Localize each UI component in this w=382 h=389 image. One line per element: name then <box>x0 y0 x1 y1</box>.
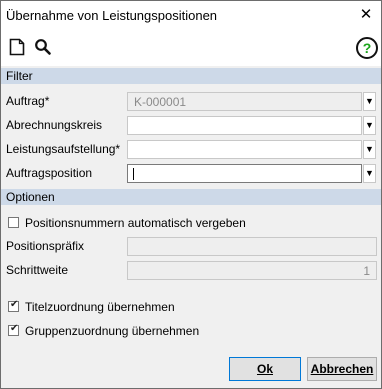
new-document-icon[interactable] <box>9 38 29 58</box>
schrittweite-label: Schrittweite <box>6 263 69 277</box>
abrechnungskreis-dropdown-button[interactable]: ▼ <box>363 116 376 135</box>
text-cursor <box>133 168 134 180</box>
auftragsposition-label: Auftragsposition <box>6 166 93 180</box>
schrittweite-value: 1 <box>363 264 370 278</box>
schrittweite-field: 1 <box>127 261 377 280</box>
gruppe-checkbox[interactable]: ✔ <box>8 323 19 336</box>
auftrag-label: Auftrag* <box>6 94 50 108</box>
praefix-field <box>127 237 377 256</box>
auftragsposition-dropdown-button[interactable]: ▼ <box>363 164 376 183</box>
chevron-down-icon: ▼ <box>365 168 374 178</box>
praefix-label: Positionspräfix <box>6 239 85 253</box>
section-filter-label: Filter <box>6 69 33 83</box>
title-bar: Übernahme von Leistungspositionen ✕ <box>1 1 381 29</box>
leistungsaufstellung-label: Leistungsaufstellung* <box>6 142 121 156</box>
button-bar: Ok Abbrechen <box>1 353 381 388</box>
checkmark-icon: ✔ <box>10 299 19 310</box>
close-icon[interactable]: ✕ <box>355 5 377 25</box>
abrechnungskreis-label: Abrechnungskreis <box>6 118 103 132</box>
toolbar: ? <box>1 29 381 66</box>
search-icon[interactable] <box>34 38 54 58</box>
help-icon[interactable]: ? <box>356 37 378 59</box>
leistungsaufstellung-dropdown-button[interactable]: ▼ <box>363 140 376 159</box>
gruppe-label[interactable]: Gruppenzuordnung übernehmen <box>25 324 199 338</box>
abrechnungskreis-field[interactable] <box>127 116 362 135</box>
section-header-filter: Filter <box>1 68 381 84</box>
checkmark-icon: ✔ <box>10 323 19 334</box>
chevron-down-icon: ▼ <box>365 144 374 154</box>
chevron-down-icon: ▼ <box>365 96 374 106</box>
auto-number-checkbox[interactable] <box>8 217 19 228</box>
auftrag-field: K-000001 <box>127 92 362 111</box>
cancel-button[interactable]: Abbrechen <box>307 357 377 381</box>
section-header-options: Optionen <box>1 189 381 205</box>
leistungsaufstellung-field[interactable] <box>127 140 362 159</box>
auftrag-value: K-000001 <box>134 95 187 109</box>
chevron-down-icon: ▼ <box>365 120 374 130</box>
auftrag-dropdown-button[interactable]: ▼ <box>363 92 376 111</box>
titel-checkbox[interactable]: ✔ <box>8 299 19 312</box>
section-options-label: Optionen <box>6 190 55 204</box>
auto-number-label[interactable]: Positionsnummern automatisch vergeben <box>25 216 246 230</box>
auftragsposition-field[interactable] <box>127 164 362 183</box>
titel-label[interactable]: Titelzuordnung übernehmen <box>25 300 175 314</box>
dialog: Übernahme von Leistungspositionen ✕ ? Fi… <box>0 0 382 389</box>
window-title: Übernahme von Leistungspositionen <box>6 8 218 23</box>
ok-button[interactable]: Ok <box>229 357 301 381</box>
